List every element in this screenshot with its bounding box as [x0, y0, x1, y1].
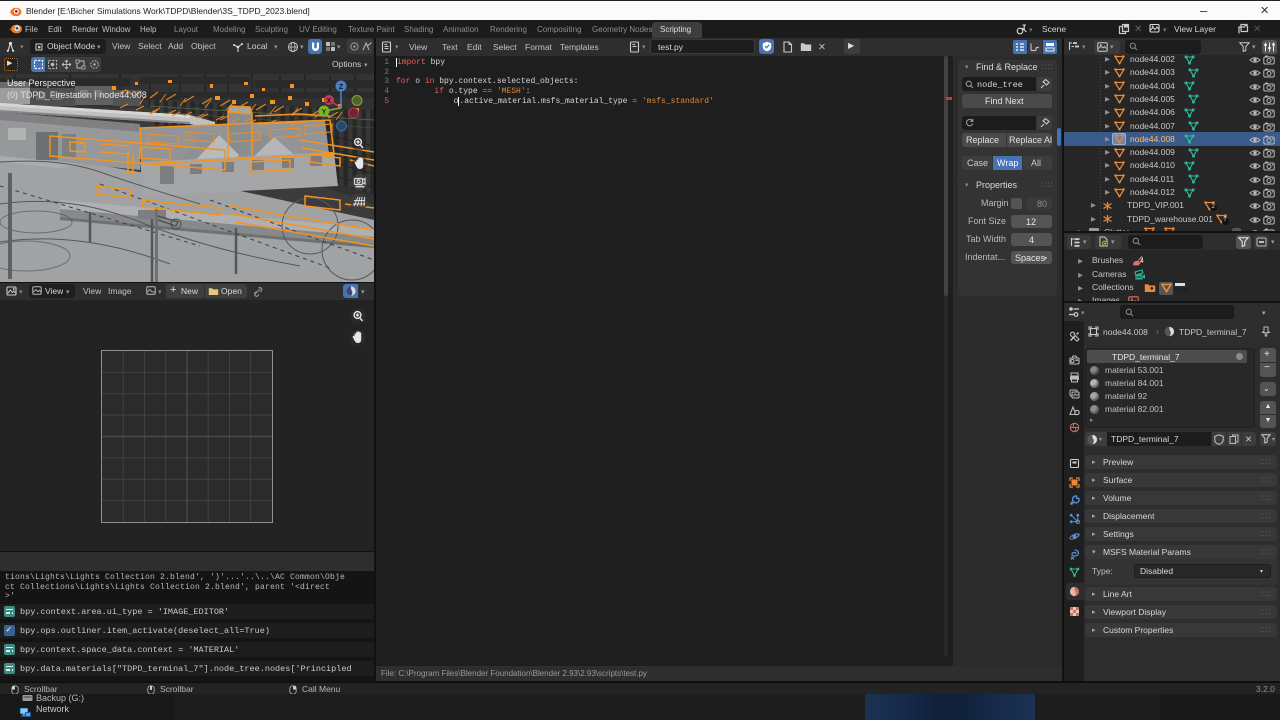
svg-text:Y: Y	[322, 109, 327, 116]
svg-text:(0) TDPD_Firestation | node44.: (0) TDPD_Firestation | node44.008	[7, 90, 147, 100]
svg-text:User Perspective: User Perspective	[7, 78, 76, 88]
svg-text:Z: Z	[339, 84, 344, 91]
svg-text:X: X	[327, 98, 332, 105]
